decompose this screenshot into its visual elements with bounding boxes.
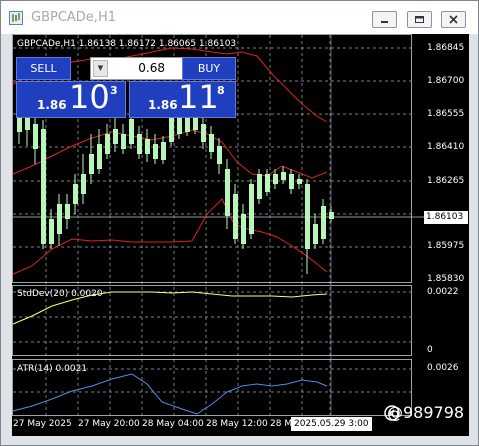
candle-body xyxy=(161,142,166,160)
candle-body xyxy=(185,116,190,132)
candle-body xyxy=(97,144,102,169)
candle-body xyxy=(129,119,134,144)
candle-body xyxy=(169,116,174,142)
stddev-tick: 0.0022 xyxy=(427,287,459,297)
price-tick: 1.85975 xyxy=(427,241,465,251)
candle-body xyxy=(145,139,150,154)
price-chart[interactable]: GBPCADe,H1 1.86138 1.86172 1.86065 1.861… xyxy=(12,34,469,436)
candle-body xyxy=(265,174,270,192)
candle-body xyxy=(201,124,206,142)
price-tick: 1.86555 xyxy=(427,109,465,119)
candle-body xyxy=(89,154,94,174)
candle-body xyxy=(305,184,310,249)
chart-window: GBPCADe,H1 GBPCADe,H1 1.86138 1.86172 1.… xyxy=(0,0,479,446)
candle-body xyxy=(137,134,142,154)
candle-body xyxy=(121,134,126,149)
candle-body xyxy=(289,174,294,189)
candle-body xyxy=(233,194,238,239)
title-bar[interactable]: GBPCADe,H1 xyxy=(1,1,478,34)
atr-label: ATR(14) 0.0021 xyxy=(17,364,88,374)
minimize-button[interactable] xyxy=(372,11,397,28)
time-tick: 27 May 20:00 xyxy=(78,419,140,429)
candle-body xyxy=(113,129,118,144)
candle-body xyxy=(73,184,78,204)
time-tick: 28 May 04:00 xyxy=(142,419,204,429)
buy-quote[interactable]: 1.86 11 8 xyxy=(129,78,236,118)
close-button[interactable] xyxy=(441,11,466,28)
watermark-text: @989798 xyxy=(387,403,465,422)
lot-value: 0.68 xyxy=(138,61,165,75)
candle-body xyxy=(49,219,54,244)
candle-body xyxy=(313,224,318,244)
candle-body xyxy=(273,174,278,184)
candle-body xyxy=(217,146,222,164)
window-title: GBPCADe,H1 xyxy=(31,10,116,25)
buy-price-sup: 8 xyxy=(217,84,225,97)
chart-window-icon xyxy=(9,11,23,25)
sell-button[interactable]: SELL xyxy=(16,57,71,80)
candle-body xyxy=(65,204,70,219)
time-tick: 28 May 12:00 xyxy=(206,419,268,429)
minimize-icon xyxy=(381,21,388,23)
lot-decrease-button[interactable]: ▼ xyxy=(93,60,108,77)
price-tick: 1.86265 xyxy=(427,176,465,186)
price-tick: 1.86700 xyxy=(427,76,465,86)
time-marker: 2025.05.29 3:00 xyxy=(291,417,372,431)
maximize-button[interactable] xyxy=(407,11,432,28)
buy-button[interactable]: BUY xyxy=(182,57,236,80)
sell-price-prefix: 1.86 xyxy=(37,98,67,112)
sell-price-sup: 3 xyxy=(110,84,118,97)
close-icon xyxy=(449,15,458,24)
sell-price-big: 10 xyxy=(69,78,110,116)
candle-body xyxy=(41,129,46,244)
atr-tick: 0.0026 xyxy=(427,363,459,373)
candle-body xyxy=(153,144,158,159)
sell-quote[interactable]: 1.86 10 3 xyxy=(16,78,126,118)
price-tick: 1.86845 xyxy=(427,43,465,53)
stddev-tick: 0 xyxy=(427,345,433,355)
candle-body xyxy=(81,174,86,194)
candle-body xyxy=(57,204,62,234)
maximize-icon xyxy=(415,16,424,23)
candle-body xyxy=(209,134,214,152)
price-tick: 1.85830 xyxy=(427,274,465,284)
candle-body xyxy=(225,169,230,216)
current-price-label: 1.86103 xyxy=(424,211,468,224)
time-tick: 28 M xyxy=(270,419,293,429)
candle-body xyxy=(33,124,38,149)
symbol-header: GBPCADe,H1 1.86138 1.86172 1.86065 1.861… xyxy=(17,39,237,49)
stddev-label: StdDev(20) 0.0020 xyxy=(17,289,103,299)
candle-body xyxy=(105,134,110,154)
candle-body xyxy=(297,179,302,184)
atr-line xyxy=(12,373,328,415)
candle-body xyxy=(241,214,246,244)
buy-price-prefix: 1.86 xyxy=(148,98,178,112)
price-tick: 1.86410 xyxy=(427,142,465,152)
candle-body xyxy=(321,206,326,239)
buy-price-big: 11 xyxy=(178,78,219,116)
candle-body xyxy=(329,212,334,219)
candle-body xyxy=(257,174,262,199)
time-tick: 27 May 2025 xyxy=(13,419,72,429)
candle-body xyxy=(249,184,254,234)
candle-body xyxy=(281,172,286,180)
